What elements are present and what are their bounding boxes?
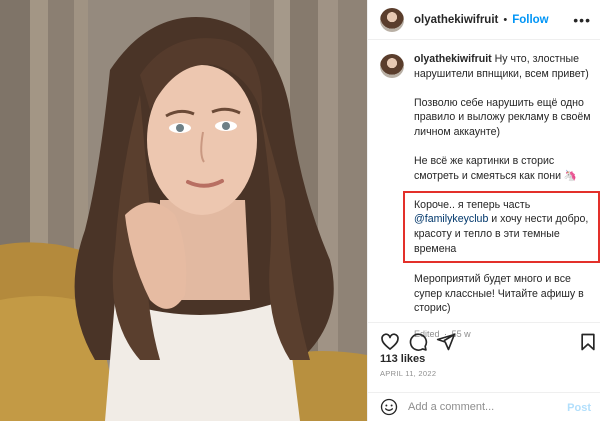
caption-text-4-start: Короче.. я теперь часть (414, 198, 531, 211)
post-photo[interactable] (0, 0, 367, 421)
portrait-image (0, 0, 367, 421)
post-side-panel: olyathekiwifruit • Follow ••• olyathekiw… (367, 0, 600, 421)
caption-paragraph-5: Мероприятий будет много и все супер клас… (414, 272, 584, 315)
follow-button[interactable]: Follow (512, 14, 548, 26)
comment-icon[interactable] (408, 332, 428, 352)
post-header: olyathekiwifruit • Follow ••• (368, 0, 600, 40)
caption-paragraph-3: Не всё же картинки в сторис смотреть и с… (414, 154, 578, 182)
caption: olyathekiwifruit Ну что, злостные наруши… (380, 52, 600, 342)
bookmark-icon[interactable] (578, 332, 598, 352)
emoji-icon[interactable] (380, 398, 398, 416)
header-separator: • (503, 13, 508, 26)
caption-paragraph-1: olyathekiwifruit Ну что, злостные наруши… (414, 52, 592, 82)
mention-link[interactable]: @familykeyclub (414, 213, 488, 225)
comment-bar: Post (368, 392, 600, 421)
comment-input[interactable] (408, 399, 558, 415)
avatar[interactable] (380, 7, 404, 32)
more-options-icon[interactable]: ••• (573, 12, 591, 28)
highlighted-paragraph: Короче.. я теперь часть @familykeyclub и… (403, 190, 600, 263)
share-icon[interactable] (436, 332, 456, 352)
caption-paragraph-2: Позволю себе нарушить ещё одно правило и… (414, 96, 591, 139)
likes-count[interactable]: 113 likes (380, 353, 425, 365)
caption-username[interactable]: olyathekiwifruit (414, 53, 492, 65)
caption-avatar[interactable] (380, 54, 404, 78)
post-comment-button[interactable]: Post (567, 402, 591, 414)
header-username[interactable]: olyathekiwifruit (414, 14, 498, 26)
heart-icon[interactable] (380, 332, 400, 352)
caption-body: olyathekiwifruit Ну что, злостные наруши… (403, 52, 600, 342)
post-date: APRIL 11, 2022 (380, 369, 437, 378)
